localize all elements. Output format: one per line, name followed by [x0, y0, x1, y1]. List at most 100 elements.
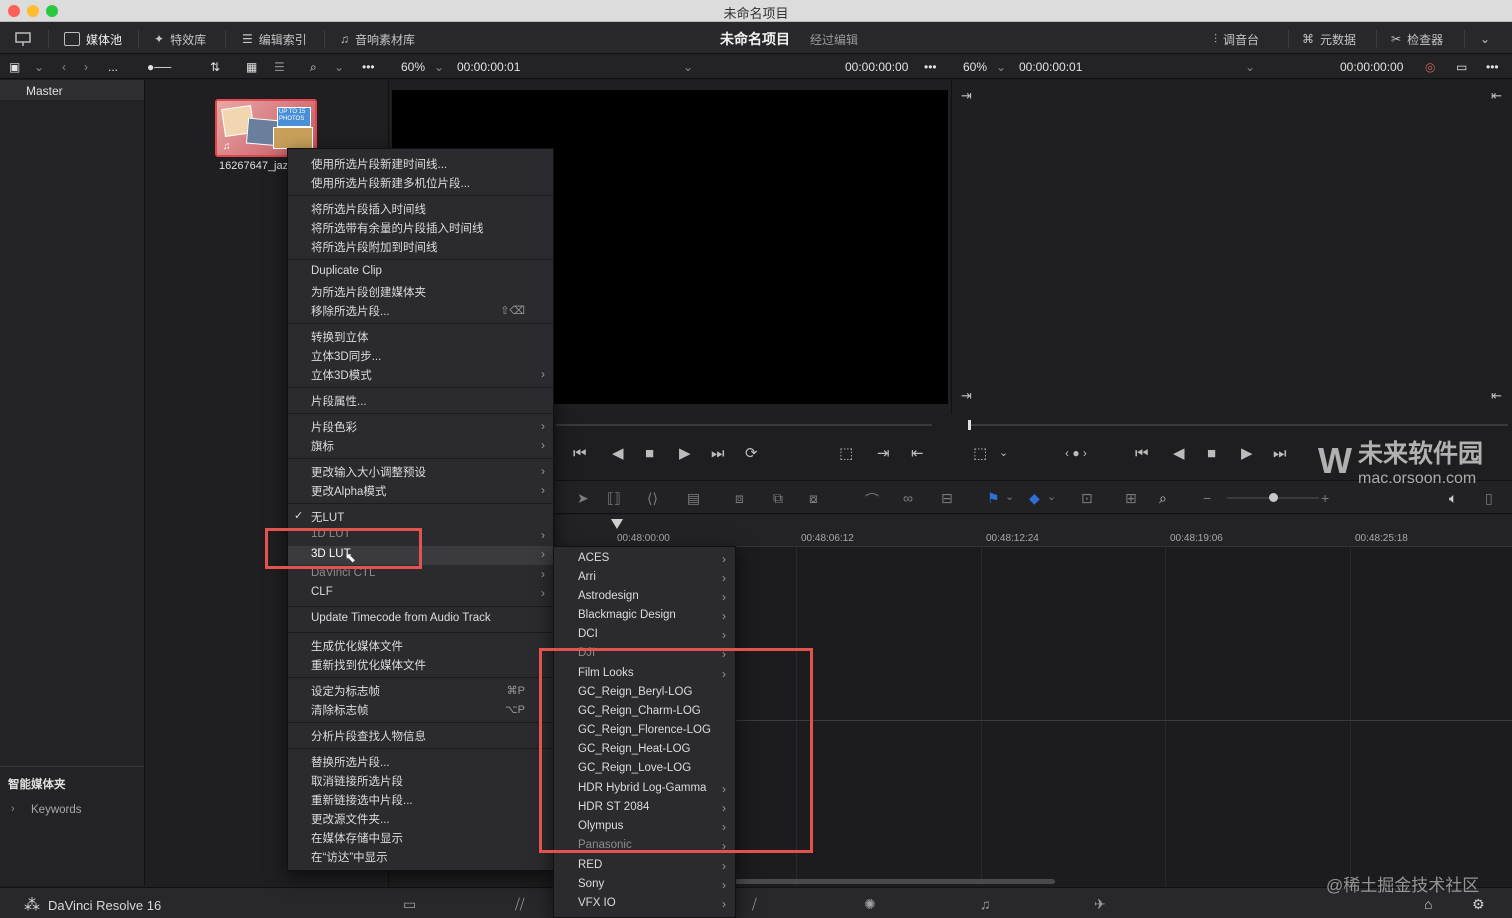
menu-item-reveal-finder[interactable]: 在“访达”中显示	[311, 849, 388, 865]
match-frame-icon[interactable]: ⬚	[839, 446, 853, 461]
timeline-scrollbar[interactable]	[735, 879, 1055, 884]
chevron-down-icon[interactable]: ⌄	[1005, 490, 1014, 503]
menu-item-analyze-people[interactable]: 分析片段查找人物信息	[311, 728, 426, 744]
thumbnail-size-slider[interactable]: ●──	[147, 60, 171, 74]
dynamic-trim-icon[interactable]: ⟨⟩	[647, 490, 658, 507]
lock-icon[interactable]: ⊟	[941, 490, 953, 507]
crop-icon[interactable]: ⬚	[973, 446, 987, 461]
zoom-in-icon[interactable]: +	[1321, 490, 1329, 506]
inspector-button[interactable]: ✂ 检查器	[1391, 29, 1443, 49]
cut-page-icon[interactable]: ⧸⧸	[515, 896, 525, 913]
menu-item-generate-optimized[interactable]: 生成优化媒体文件	[311, 638, 403, 654]
menu-item-reveal-media-storage[interactable]: 在媒体存储中显示	[311, 830, 403, 846]
edit-page-icon[interactable]: ⧸	[752, 896, 757, 913]
sort-icon[interactable]: ⇅	[210, 60, 220, 74]
menu-item-clip-color[interactable]: 片段色彩	[311, 419, 357, 435]
jump-start-icon[interactable]: ⏮	[1135, 446, 1149, 461]
menu-item-input-sizing[interactable]: 更改输入大小调整预设	[311, 464, 426, 480]
zoom-out-icon[interactable]: −	[1203, 490, 1211, 506]
menu-item-no-lut[interactable]: 无LUT	[311, 509, 344, 525]
menu-item-stereo-sync[interactable]: 立体3D同步...	[311, 348, 381, 364]
menu-item-update-timecode[interactable]: Update Timecode from Audio Track	[311, 612, 491, 624]
jump-start-icon[interactable]: ⏮	[573, 446, 587, 461]
timeline-playhead[interactable]	[611, 519, 623, 529]
submenu-item[interactable]: VFX IO	[578, 897, 616, 909]
chevron-down-icon[interactable]: ⌄	[683, 60, 693, 74]
color-wheel-icon[interactable]: ◎	[1425, 60, 1435, 74]
forward-arrow-icon[interactable]: ›	[84, 60, 88, 74]
audio-meter-icon[interactable]: ▯	[1485, 490, 1493, 507]
menu-item-unlink-clips[interactable]: 取消链接所选片段	[311, 773, 403, 789]
jump-end-icon[interactable]: ⏭	[1273, 446, 1287, 461]
chevron-down-icon[interactable]: ⌄	[34, 60, 44, 74]
submenu-item[interactable]: Sony	[578, 878, 604, 890]
menu-item-create-bin[interactable]: 为所选片段创建媒体夹	[311, 284, 426, 300]
home-icon[interactable]: ⌂	[1424, 896, 1432, 912]
menu-item-relink-optimized[interactable]: 重新找到优化媒体文件	[311, 657, 426, 673]
play-icon[interactable]: ▶	[679, 446, 691, 461]
reverse-icon[interactable]: ◀	[612, 446, 624, 461]
settings-gear-icon[interactable]: ⚙	[1472, 896, 1485, 913]
selection-tool-icon[interactable]: ➤	[577, 490, 589, 507]
source-scrubber[interactable]	[556, 424, 932, 426]
mark-in-icon[interactable]: ⇥	[961, 88, 972, 104]
edit-index-button[interactable]: ☰ 编辑索引	[242, 29, 307, 49]
metadata-button[interactable]: ⌘ 元数据	[1302, 29, 1356, 49]
mark-out-icon[interactable]: ⇤	[1491, 88, 1502, 104]
menu-item-alpha-mode[interactable]: 更改Alpha模式	[311, 483, 386, 499]
zoom-slider-handle[interactable]	[1269, 493, 1278, 502]
replace-clip-icon[interactable]: ⧇	[809, 490, 818, 507]
back-arrow-icon[interactable]: ‹	[62, 60, 66, 74]
smart-bin-keywords[interactable]: Keywords	[31, 804, 82, 816]
overwrite-clip-icon[interactable]: ⧉	[773, 490, 783, 507]
link-icon[interactable]: ∞	[903, 490, 913, 506]
menu-item-convert-stereo[interactable]: 转换到立体	[311, 329, 369, 345]
timeline-ruler[interactable]: 00:48:00:00 00:48:06:12 00:48:12:24 00:4…	[555, 515, 1512, 547]
sidebar-toggle-icon[interactable]: ▣	[9, 60, 20, 74]
menu-item-clf[interactable]: CLF	[311, 586, 333, 598]
stop-icon[interactable]: ■	[645, 446, 654, 461]
menu-item-relink-clips[interactable]: 重新链接选中片段...	[311, 792, 413, 808]
submenu-item[interactable]: Arri	[578, 571, 596, 583]
submenu-item[interactable]: Astrodesign	[578, 590, 639, 602]
reverse-icon[interactable]: ◀	[1173, 446, 1185, 461]
play-icon[interactable]: ▶	[1241, 446, 1253, 461]
collapse-icon[interactable]: ⌄	[1480, 29, 1490, 49]
media-page-icon[interactable]: ▭	[403, 896, 416, 913]
menu-item-new-multicam[interactable]: 使用所选片段新建多机位片段...	[311, 175, 470, 191]
submenu-item[interactable]: DCI	[578, 628, 598, 640]
timeline-playhead-marker[interactable]	[968, 420, 971, 430]
search-icon[interactable]: ⌕	[310, 60, 317, 75]
menu-item-clip-attributes[interactable]: 片段属性...	[311, 393, 367, 409]
mark-in-icon[interactable]: ⇥	[877, 446, 890, 461]
chevron-down-icon[interactable]: ⌄	[1047, 490, 1056, 503]
submenu-item[interactable]: Blackmagic Design	[578, 609, 676, 621]
insert-clip-icon[interactable]: ⧈	[735, 490, 744, 507]
chevron-down-icon[interactable]: ⌄	[996, 60, 1006, 74]
menu-item-insert-handles[interactable]: 将所选带有余量的片段插入时间线	[311, 220, 484, 236]
more-options-icon[interactable]: •••	[1486, 60, 1499, 74]
source-zoom-select[interactable]: 60%	[401, 60, 425, 74]
jog-icon[interactable]: ‹ ● ›	[1065, 446, 1087, 461]
submenu-item[interactable]: RED	[578, 859, 602, 871]
jump-end-icon[interactable]: ⏭	[711, 446, 725, 461]
zoom-detail-icon[interactable]: ⊞	[1125, 490, 1137, 507]
blade-tool-icon[interactable]: ▤	[687, 490, 700, 507]
menu-item-clear-poster[interactable]: 清除标志帧	[311, 702, 369, 718]
viewer-mode-icon[interactable]: ▭	[1456, 60, 1467, 74]
menu-item-remove-clips[interactable]: 移除所选片段...	[311, 303, 390, 319]
trim-tool-icon[interactable]: ⟦⟧	[607, 490, 621, 507]
more-options-icon[interactable]: •••	[362, 60, 375, 74]
list-view-icon[interactable]: ☰	[274, 60, 285, 74]
chevron-right-icon[interactable]: ›	[11, 803, 15, 815]
sound-library-button[interactable]: ♫ 音响素材库	[340, 29, 415, 49]
speaker-icon[interactable]: 🔈︎	[1449, 490, 1457, 507]
submenu-item[interactable]: ACES	[578, 552, 609, 564]
chevron-down-icon[interactable]: ⌄	[1245, 60, 1255, 74]
deliver-page-icon[interactable]: ✈	[1094, 896, 1106, 913]
chevron-down-icon[interactable]: ⌄	[434, 60, 444, 74]
marker-icon[interactable]: ◆	[1029, 490, 1040, 507]
menu-item-stereo-mode[interactable]: 立体3D模式	[311, 367, 372, 383]
media-pool-button[interactable]: 媒体池	[64, 29, 122, 49]
menu-item-append-timeline[interactable]: 将所选片段附加到时间线	[311, 239, 438, 255]
